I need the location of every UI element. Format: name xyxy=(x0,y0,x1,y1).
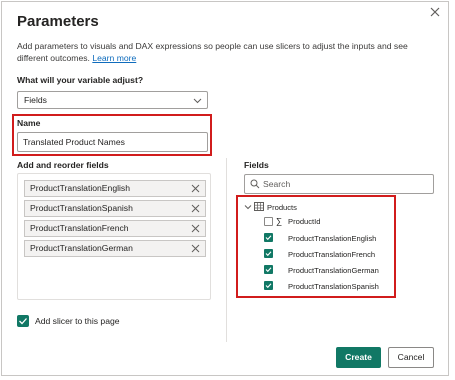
learn-more-link[interactable]: Learn more xyxy=(92,53,136,63)
search-icon xyxy=(250,179,260,189)
remove-icon[interactable] xyxy=(191,204,200,213)
tree-table-products[interactable]: Products xyxy=(267,203,297,212)
tree-field-german[interactable]: ProductTranslationGerman xyxy=(288,266,379,275)
add-fields-label: Add and reorder fields xyxy=(17,160,109,170)
close-icon[interactable] xyxy=(428,5,442,19)
remove-icon[interactable] xyxy=(191,224,200,233)
selected-fields-list: ProductTranslationEnglish ProductTransla… xyxy=(17,173,211,300)
dialog-title: Parameters xyxy=(17,13,99,30)
tree-field-french[interactable]: ProductTranslationFrench xyxy=(288,250,375,259)
add-slicer-label: Add slicer to this page xyxy=(35,316,120,326)
tree-field-productid[interactable]: ProductId xyxy=(288,217,321,226)
name-input[interactable] xyxy=(17,132,208,152)
chevron-down-icon xyxy=(193,98,202,104)
field-chip-french[interactable]: ProductTranslationFrench xyxy=(24,220,206,237)
tree-field-spanish[interactable]: ProductTranslationSpanish xyxy=(288,282,379,291)
fields-pane-label: Fields xyxy=(244,160,269,170)
field-chip-label: ProductTranslationFrench xyxy=(30,223,129,233)
create-button[interactable]: Create xyxy=(336,347,381,368)
field-chip-label: ProductTranslationGerman xyxy=(30,243,133,253)
checkbox-english[interactable] xyxy=(264,233,273,242)
checkbox-german[interactable] xyxy=(264,265,273,274)
description-text: Add parameters to visuals and DAX expres… xyxy=(17,41,408,63)
checkbox-spanish[interactable] xyxy=(264,281,273,290)
cancel-button[interactable]: Cancel xyxy=(388,347,434,368)
parameters-dialog: Parameters Add parameters to visuals and… xyxy=(1,1,449,376)
tree-field-english[interactable]: ProductTranslationEnglish xyxy=(288,234,376,243)
add-slicer-checkbox[interactable] xyxy=(17,315,29,327)
field-chip-label: ProductTranslationSpanish xyxy=(30,203,133,213)
collapse-chevron-icon[interactable] xyxy=(244,203,252,211)
checkbox-productid[interactable] xyxy=(264,217,273,226)
field-chip-german[interactable]: ProductTranslationGerman xyxy=(24,240,206,257)
name-label: Name xyxy=(17,118,41,128)
field-chip-english[interactable]: ProductTranslationEnglish xyxy=(24,180,206,197)
variable-selected: Fields xyxy=(24,95,47,105)
field-chip-spanish[interactable]: ProductTranslationSpanish xyxy=(24,200,206,217)
pane-divider xyxy=(226,158,227,342)
variable-label: What will your variable adjust? xyxy=(17,75,144,85)
field-chip-label: ProductTranslationEnglish xyxy=(30,183,130,193)
search-placeholder: Search xyxy=(263,179,291,189)
table-icon xyxy=(254,202,264,211)
checkbox-french[interactable] xyxy=(264,249,273,258)
remove-icon[interactable] xyxy=(191,184,200,193)
dialog-description: Add parameters to visuals and DAX expres… xyxy=(17,40,427,64)
fields-search-input[interactable]: Search xyxy=(244,174,434,194)
sigma-icon: ∑ xyxy=(276,216,283,226)
remove-icon[interactable] xyxy=(191,244,200,253)
variable-dropdown[interactable]: Fields xyxy=(17,91,208,109)
